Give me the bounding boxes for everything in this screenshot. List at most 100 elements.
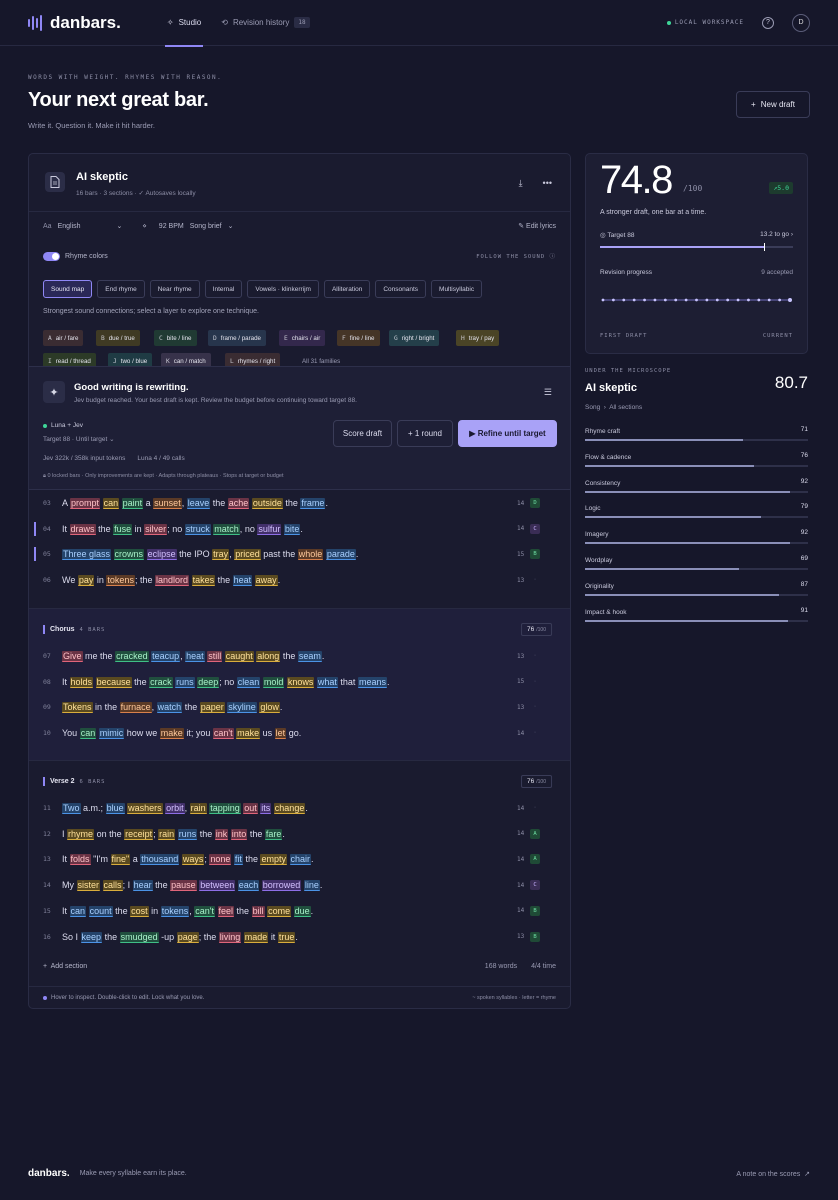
history-point[interactable]: [695, 298, 698, 302]
rhyme-word[interactable]: rhyme: [67, 828, 95, 840]
chevron-down-icon[interactable]: ⌄: [228, 222, 234, 230]
lyric-bar[interactable]: 14 My sister calls; I hear the pause betw…: [29, 874, 570, 896]
history-point[interactable]: [632, 298, 636, 302]
rhyme-word[interactable]: heat: [185, 651, 205, 662]
rhyme-word[interactable]: caught: [224, 651, 254, 662]
history-point[interactable]: [788, 298, 792, 302]
rhyme-word[interactable]: bite: [283, 523, 301, 535]
tab-revision-history[interactable]: ⟲ Revision history 18: [211, 0, 319, 46]
history-point[interactable]: [601, 298, 605, 302]
rhyme-word[interactable]: each: [237, 880, 260, 892]
metric-row[interactable]: Originality 87: [585, 581, 808, 596]
chevron-down-icon[interactable]: ⌄: [109, 436, 114, 443]
rhyme-word[interactable]: means: [357, 676, 387, 688]
rhyme-word[interactable]: empty: [260, 854, 287, 866]
rhyme-word[interactable]: can: [69, 905, 87, 917]
rhyme-word[interactable]: glow: [259, 702, 280, 714]
one-round-button[interactable]: + 1 round: [397, 420, 453, 447]
lyric-bar[interactable]: 15 It can count the cost in tokens, can't…: [29, 900, 570, 922]
rhyme-word[interactable]: can: [102, 498, 120, 509]
technique-chip[interactable]: Near rhyme: [149, 280, 200, 298]
rhyme-word[interactable]: prompt: [70, 498, 101, 509]
rhyme-word[interactable]: knows: [286, 676, 315, 688]
lyric-bar[interactable]: 08 It holds because the crack runs deep; …: [29, 671, 570, 693]
until-target-select[interactable]: Until target: [76, 436, 107, 443]
rhyme-word[interactable]: landlord: [155, 575, 190, 587]
lyric-bar[interactable]: 11 Two a.m.; blue washers orbit, rain tap…: [29, 797, 570, 819]
section-score-badge[interactable]: 76/100: [521, 775, 552, 788]
rhyme-word[interactable]: heat: [232, 575, 253, 587]
history-point[interactable]: [705, 298, 709, 302]
rhyme-word[interactable]: ways: [181, 854, 205, 866]
rhyme-word[interactable]: rain: [189, 803, 207, 814]
history-point[interactable]: [757, 298, 761, 302]
rhyme-word[interactable]: ink: [214, 828, 229, 840]
rhyme-word[interactable]: takes: [191, 575, 216, 587]
rhyme-word[interactable]: furnace: [119, 702, 152, 714]
history-point[interactable]: [684, 298, 688, 302]
all-families-link[interactable]: All 31 families: [302, 358, 340, 365]
rhyme-word[interactable]: Two: [62, 803, 81, 814]
rhyme-word[interactable]: sulfur: [257, 523, 282, 535]
rhyme-word[interactable]: cracked: [115, 651, 149, 662]
rhyme-word[interactable]: borrowed: [261, 880, 302, 892]
rhyme-word[interactable]: made: [243, 931, 269, 943]
rhyme-word[interactable]: can: [79, 728, 97, 740]
technique-chip[interactable]: Consonants: [375, 280, 427, 298]
rhyme-word[interactable]: orbit: [165, 803, 185, 814]
rhyme-word[interactable]: whole: [297, 549, 324, 561]
rhyme-family-chip[interactable]: Ffine / line: [337, 330, 380, 346]
history-point[interactable]: [643, 298, 646, 302]
rhyme-word[interactable]: keep: [80, 931, 103, 943]
bar-text[interactable]: It holds because the crack runs deep; no…: [62, 676, 389, 688]
avatar[interactable]: D: [792, 13, 810, 32]
rhyme-word[interactable]: runs: [175, 676, 195, 688]
rhyme-word[interactable]: struck: [184, 523, 211, 535]
technique-chip[interactable]: Multisyllabic: [431, 280, 483, 298]
lyric-bar[interactable]: 03 A prompt can paint a sunset, leave the…: [29, 492, 570, 514]
language-select[interactable]: English: [58, 223, 81, 230]
rhyme-word[interactable]: along: [256, 651, 281, 662]
history-point[interactable]: [736, 298, 740, 302]
rhyme-word[interactable]: watch: [156, 702, 183, 714]
rhyme-word[interactable]: folds: [69, 854, 91, 866]
lyric-bar[interactable]: 10 You can mimic how we make it; you can'…: [29, 722, 570, 744]
rhyme-word[interactable]: paint: [121, 498, 144, 509]
rhyme-word[interactable]: paper: [199, 702, 225, 714]
rhyme-word[interactable]: mimic: [98, 728, 125, 740]
rhyme-word[interactable]: ache: [227, 498, 250, 509]
rhyme-word[interactable]: tokens: [106, 575, 135, 587]
sliders-icon[interactable]: ☰: [544, 387, 552, 398]
score-draft-button[interactable]: Score draft: [333, 420, 392, 447]
metric-row[interactable]: Impact & hook 91: [585, 607, 808, 622]
section-score-badge[interactable]: 76/100: [521, 623, 552, 636]
rhyme-word[interactable]: blue: [105, 803, 125, 814]
rhyme-word[interactable]: draws: [69, 523, 96, 535]
rhyme-word[interactable]: fit: [233, 854, 243, 866]
history-point[interactable]: [611, 298, 615, 302]
rhyme-word[interactable]: holds: [69, 676, 94, 688]
rhyme-word[interactable]: crack: [149, 676, 173, 688]
rhyme-word[interactable]: Three glass: [62, 549, 112, 561]
rhyme-word[interactable]: can't: [212, 728, 234, 740]
rhyme-family-chip[interactable]: Aair / fare: [43, 330, 84, 346]
history-point[interactable]: [726, 298, 730, 302]
bar-text[interactable]: My sister calls; I hear the pause betwee…: [62, 880, 322, 892]
help-icon[interactable]: ?: [762, 16, 774, 29]
chevron-down-icon[interactable]: ⌄: [117, 222, 123, 230]
add-section-button[interactable]: + Add section: [43, 963, 87, 970]
rhyme-word[interactable]: thousand: [140, 854, 180, 866]
technique-chip[interactable]: Vowels · klinkerrijm: [247, 280, 319, 298]
metric-row[interactable]: Imagery 92: [585, 529, 808, 545]
rhyme-word[interactable]: line: [303, 880, 320, 892]
rhyme-word[interactable]: because: [95, 676, 132, 688]
lyric-bar[interactable]: 13 It folds "I'm fine" a thousand ways; n…: [29, 848, 570, 870]
history-point[interactable]: [767, 298, 771, 302]
lyric-bar[interactable]: 05 Three glass crowns eclipse the IPO tra…: [29, 543, 570, 565]
rhyme-word[interactable]: count: [88, 905, 113, 917]
bar-text[interactable]: It can count the cost in tokens, can't f…: [62, 905, 313, 917]
rhyme-word[interactable]: what: [316, 676, 338, 688]
scores-note-link[interactable]: A note on the scores ↗: [736, 1170, 810, 1178]
history-point[interactable]: [778, 298, 782, 302]
rhyme-word[interactable]: mold: [262, 676, 285, 688]
